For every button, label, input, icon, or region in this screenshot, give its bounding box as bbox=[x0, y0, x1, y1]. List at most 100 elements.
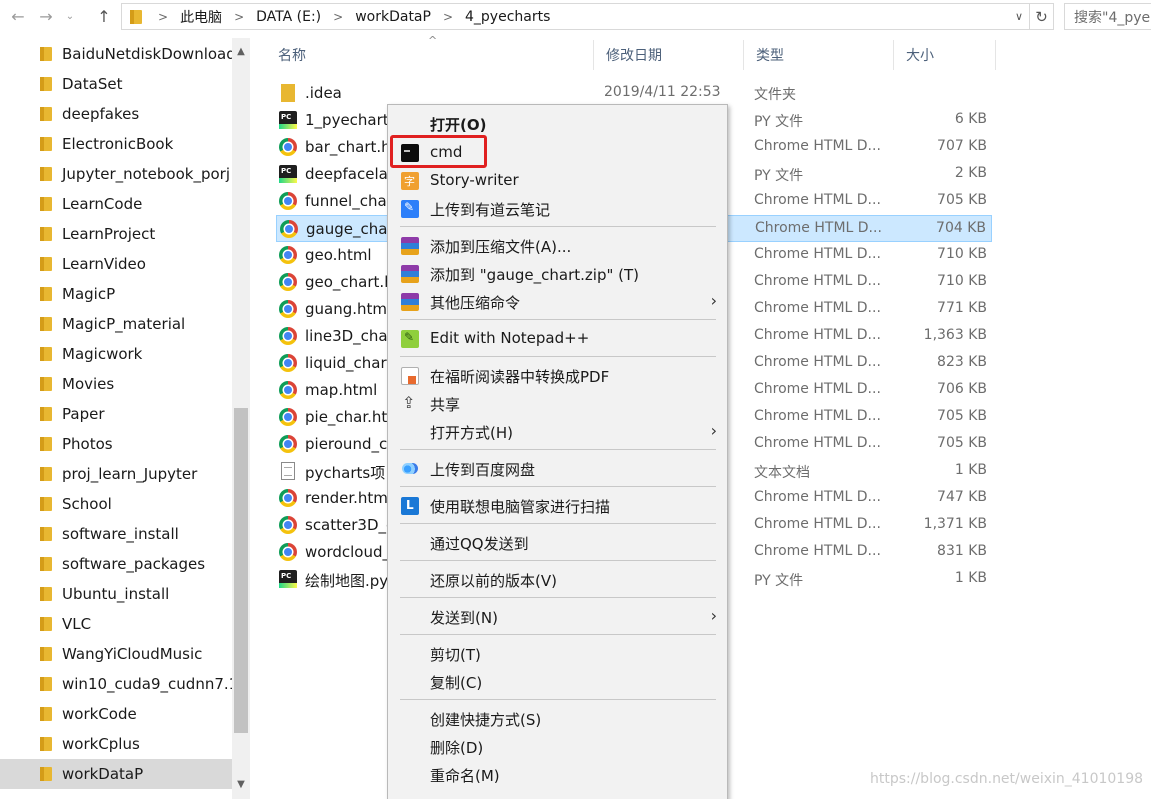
column-name-header[interactable]: 名称 bbox=[266, 40, 594, 70]
breadcrumb-current-folder[interactable]: 4_pyecharts bbox=[465, 9, 550, 25]
recent-locations-button[interactable]: ⌄ bbox=[58, 4, 82, 28]
menu-item-restore-versions[interactable]: 还原以前的版本(V) bbox=[388, 566, 727, 593]
pycharm-icon bbox=[279, 111, 297, 129]
sidebar-item[interactable]: MagicP bbox=[0, 279, 232, 309]
file-row[interactable]: .idea 2019/4/11 22:53 文件夹 bbox=[276, 80, 992, 107]
menu-item-youdao-note[interactable]: 上传到有道云笔记 bbox=[388, 195, 727, 222]
menu-separator bbox=[400, 634, 716, 635]
menu-item-add-archive[interactable]: 添加到压缩文件(A)... bbox=[388, 232, 727, 259]
menu-item-rename[interactable]: 重命名(M) bbox=[388, 761, 727, 788]
sidebar-item-label: LearnCode bbox=[62, 195, 143, 213]
address-history-dropdown[interactable]: ∨ bbox=[1009, 4, 1029, 29]
search-input[interactable]: 搜索"4_pye bbox=[1064, 3, 1151, 30]
menu-item-open[interactable]: 打开(O) bbox=[388, 110, 727, 137]
folder-icon bbox=[40, 47, 52, 61]
file-type: PY 文件 bbox=[754, 114, 804, 130]
file-name: .idea bbox=[305, 84, 342, 102]
sidebar-item[interactable]: BaiduNetdiskDownload bbox=[0, 39, 232, 69]
sidebar-item[interactable]: DataSet bbox=[0, 69, 232, 99]
sidebar-item[interactable]: Movies bbox=[0, 369, 232, 399]
sidebar-item-label: deepfakes bbox=[62, 105, 140, 123]
navigation-scrollbar[interactable]: ▲ ▼ bbox=[232, 38, 250, 799]
menu-item-story-writer[interactable]: Story-writer bbox=[388, 167, 727, 194]
sidebar-item[interactable]: MagicP_material bbox=[0, 309, 232, 339]
chrome-icon bbox=[279, 327, 297, 345]
chevron-right-icon: > bbox=[234, 9, 245, 24]
folder-icon bbox=[40, 497, 52, 511]
menu-item-qq-send[interactable]: 通过QQ发送到 bbox=[388, 529, 727, 556]
sidebar-item[interactable]: win10_cuda9_cudnn7.1 bbox=[0, 669, 232, 699]
sidebar-item[interactable]: Paper bbox=[0, 399, 232, 429]
sidebar-item-label: software_install bbox=[62, 525, 179, 543]
sidebar-item[interactable]: software_packages bbox=[0, 549, 232, 579]
column-type-header[interactable]: 类型 bbox=[744, 40, 894, 70]
file-type: Chrome HTML D... bbox=[754, 489, 881, 505]
chrome-icon bbox=[280, 220, 298, 238]
file-name: map.html bbox=[305, 381, 378, 399]
sidebar-item[interactable]: Jupyter_notebook_porj bbox=[0, 159, 232, 189]
sidebar-item[interactable]: Magicwork bbox=[0, 339, 232, 369]
winrar-icon bbox=[401, 293, 419, 311]
sidebar-item[interactable]: ElectronicBook bbox=[0, 129, 232, 159]
refresh-button[interactable]: ↻ bbox=[1030, 3, 1054, 30]
sidebar-item[interactable]: Ubuntu_install bbox=[0, 579, 232, 609]
sidebar-item[interactable]: workDataP bbox=[0, 759, 232, 789]
address-bar[interactable]: > 此电脑 > DATA (E:) > workDataP > 4_pyecha… bbox=[121, 3, 1030, 30]
sidebar-item[interactable]: VLC bbox=[0, 609, 232, 639]
breadcrumb-workdatap[interactable]: workDataP bbox=[355, 9, 431, 25]
sidebar-item-label: VLC bbox=[62, 615, 92, 633]
menu-item-other-compress[interactable]: 其他压缩命令 › bbox=[388, 288, 727, 315]
scrollbar-thumb[interactable] bbox=[234, 408, 248, 733]
chrome-icon bbox=[279, 408, 297, 426]
sidebar-item[interactable]: LearnProject bbox=[0, 219, 232, 249]
menu-item-share[interactable]: 共享 bbox=[388, 390, 727, 417]
file-size: 706 KB bbox=[937, 381, 987, 397]
back-button[interactable]: ← bbox=[6, 4, 30, 28]
menu-item-copy[interactable]: 复制(C) bbox=[388, 668, 727, 695]
menu-item-add-zip[interactable]: 添加到 "gauge_chart.zip" (T) bbox=[388, 260, 727, 287]
column-size-header[interactable]: 大小 bbox=[894, 40, 996, 70]
sidebar-item[interactable]: WangYiCloudMusic bbox=[0, 639, 232, 669]
baidu-netdisk-icon bbox=[401, 460, 419, 478]
column-date-header[interactable]: 修改日期 bbox=[594, 40, 744, 70]
forward-button[interactable]: → bbox=[34, 4, 58, 28]
sidebar-item[interactable]: deepfakes bbox=[0, 99, 232, 129]
menu-item-delete[interactable]: 删除(D) bbox=[388, 733, 727, 760]
menu-item-lenovo-scan[interactable]: 使用联想电脑管家进行扫描 bbox=[388, 492, 727, 519]
menu-item-label: 还原以前的版本(V) bbox=[430, 572, 557, 590]
file-type: Chrome HTML D... bbox=[754, 273, 881, 289]
menu-item-label: 复制(C) bbox=[430, 674, 483, 692]
menu-item-open-with[interactable]: 打开方式(H) › bbox=[388, 418, 727, 445]
sidebar-item[interactable]: LearnVideo bbox=[0, 249, 232, 279]
file-type: PY 文件 bbox=[754, 573, 804, 589]
sidebar-item[interactable]: LearnCode bbox=[0, 189, 232, 219]
chrome-icon bbox=[279, 246, 297, 264]
menu-item-create-shortcut[interactable]: 创建快捷方式(S) bbox=[388, 705, 727, 732]
menu-item-cut[interactable]: 剪切(T) bbox=[388, 640, 727, 667]
scroll-up-icon[interactable]: ▲ bbox=[232, 42, 250, 60]
file-type: Chrome HTML D... bbox=[754, 408, 881, 424]
up-button[interactable]: ↑ bbox=[92, 4, 116, 28]
navigation-pane: BaiduNetdiskDownload DataSet deepfakes Elec… bbox=[0, 38, 232, 799]
folder-icon bbox=[40, 587, 52, 601]
menu-item-label: 添加到压缩文件(A)... bbox=[430, 238, 572, 256]
folder-icon bbox=[40, 617, 52, 631]
menu-item-foxit-pdf[interactable]: 在福昕阅读器中转换成PDF bbox=[388, 362, 727, 389]
sidebar-item[interactable]: workCplus bbox=[0, 729, 232, 759]
winrar-icon bbox=[401, 265, 419, 283]
breadcrumb-drive[interactable]: DATA (E:) bbox=[256, 9, 321, 25]
breadcrumb-this-pc[interactable]: 此电脑 bbox=[180, 7, 222, 27]
menu-item-send-to[interactable]: 发送到(N) › bbox=[388, 603, 727, 630]
folder-icon bbox=[40, 287, 52, 301]
menu-item-baidu-netdisk[interactable]: 上传到百度网盘 bbox=[388, 455, 727, 482]
menu-separator bbox=[400, 319, 716, 320]
sidebar-item[interactable]: workCode bbox=[0, 699, 232, 729]
scroll-down-icon[interactable]: ▼ bbox=[232, 775, 250, 793]
sidebar-item[interactable]: software_install bbox=[0, 519, 232, 549]
sidebar-item[interactable]: Photos bbox=[0, 429, 232, 459]
sidebar-item[interactable]: proj_learn_Jupyter bbox=[0, 459, 232, 489]
sidebar-item[interactable]: School bbox=[0, 489, 232, 519]
file-name: geo.html bbox=[305, 246, 372, 264]
sidebar-item-label: WangYiCloudMusic bbox=[62, 645, 203, 663]
menu-item-notepad-plus[interactable]: Edit with Notepad++ bbox=[388, 325, 727, 352]
